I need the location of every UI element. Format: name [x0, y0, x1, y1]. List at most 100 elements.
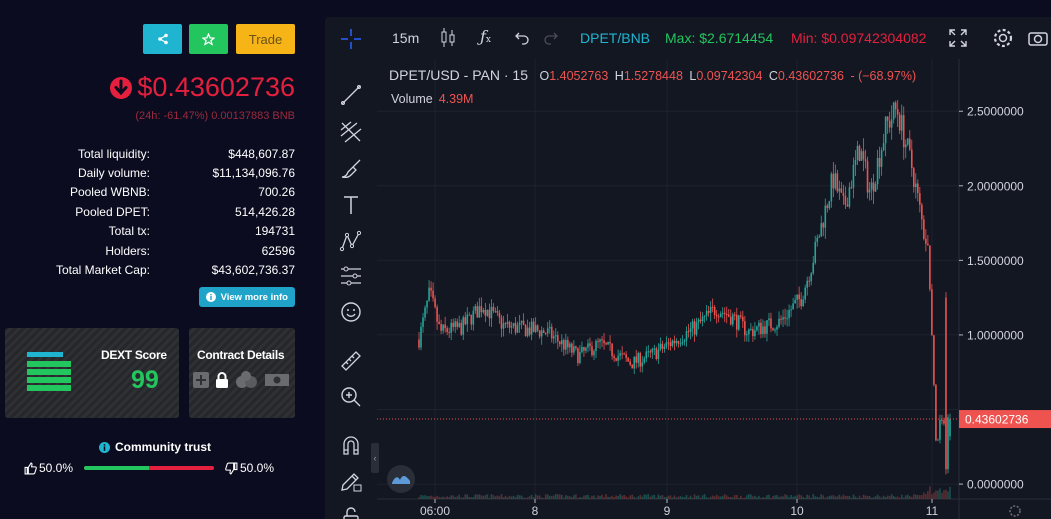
- volume-bar: [653, 494, 656, 499]
- share-button[interactable]: [143, 24, 182, 54]
- candle-body: [945, 297, 947, 470]
- candle-body: [603, 340, 605, 344]
- fullscreen-icon[interactable]: [948, 28, 968, 48]
- emoji-icon[interactable]: [339, 300, 363, 324]
- volume-bar: [464, 494, 467, 499]
- volume-bar: [621, 495, 623, 499]
- price-chart-widget[interactable]: 15m ƒx DPET/BNB Max: $2.6714454 Min: $0.…: [325, 17, 1051, 519]
- candle-body: [635, 356, 638, 363]
- volume-bar: [764, 497, 766, 499]
- candle-body: [508, 321, 511, 328]
- stat-value: 514,426.28: [234, 204, 295, 219]
- favorite-button[interactable]: [189, 24, 228, 54]
- volume-bar: [605, 494, 607, 499]
- candle-body: [613, 356, 615, 359]
- candle-body: [520, 320, 523, 323]
- ruler-icon[interactable]: [339, 349, 363, 373]
- candle-body: [651, 348, 654, 353]
- volume-bar: [472, 497, 475, 499]
- candle-body: [506, 321, 509, 324]
- legend-open-label: O: [539, 69, 550, 83]
- legend-close: 0.43602736: [777, 69, 844, 83]
- candle-body: [912, 168, 915, 188]
- volume-bar: [639, 494, 642, 499]
- view-more-button[interactable]: View more info: [198, 287, 295, 307]
- candle-body: [794, 299, 796, 304]
- trade-button[interactable]: Trade: [236, 24, 295, 54]
- zoom-in-icon[interactable]: [339, 385, 363, 409]
- volume-bar: [496, 495, 499, 499]
- volume-bar: [466, 494, 469, 499]
- candle-body: [802, 299, 804, 307]
- volume-bar: [571, 497, 573, 499]
- candle-body: [462, 317, 465, 335]
- candle-body: [544, 333, 547, 335]
- candle-body: [468, 314, 471, 316]
- volume-bar: [874, 496, 877, 499]
- brush-icon[interactable]: [339, 157, 363, 181]
- volume-bar: [691, 497, 694, 499]
- interval-selector[interactable]: 15m: [392, 30, 419, 46]
- candle-body: [428, 287, 430, 301]
- volume-bar: [689, 495, 692, 499]
- redo-icon: [544, 32, 558, 45]
- volume-bar: [651, 495, 654, 499]
- candles-icon[interactable]: [439, 27, 457, 49]
- stat-value: 62596: [261, 243, 295, 258]
- lock-icon[interactable]: [339, 505, 363, 519]
- pattern-tool-icon[interactable]: [339, 229, 363, 253]
- fib-tool-icon[interactable]: [339, 120, 363, 144]
- volume-bar: [862, 494, 865, 499]
- candlestick-chart[interactable]: 0.43602736 2.5000000 2.0000000 1.5000000 1.0…: [377, 59, 1051, 519]
- dext-score-card[interactable]: DEXT Score 99: [5, 328, 179, 418]
- volume-bar: [577, 497, 579, 499]
- thumbs-up-button[interactable]: 50.0%: [24, 461, 73, 475]
- volume-bar: [788, 497, 790, 499]
- candle-body: [490, 306, 493, 319]
- min-price-label: Min: $0.09742304082: [791, 30, 927, 46]
- candle-body: [792, 303, 794, 310]
- volume-bar: [675, 497, 678, 499]
- candle-body: [890, 119, 893, 128]
- volume-bar: [744, 497, 746, 499]
- volume-bar: [482, 495, 485, 499]
- volume-bar: [579, 497, 581, 499]
- volume-bar: [923, 492, 925, 499]
- candle-body: [721, 312, 724, 314]
- legend-symbol[interactable]: DPET/USD - PAN · 15: [389, 67, 528, 83]
- candle-body: [808, 280, 811, 282]
- candle-body: [647, 351, 650, 353]
- pair-label[interactable]: DPET/BNB: [580, 30, 650, 46]
- draw-lock-icon[interactable]: [339, 469, 363, 493]
- thumbs-up-icon: [24, 462, 37, 474]
- volume-bar: [896, 496, 899, 499]
- volume-bar: [506, 497, 509, 499]
- candle-body: [657, 349, 660, 360]
- crosshair-tool-icon[interactable]: [339, 27, 363, 51]
- dext-score-icon: [27, 352, 71, 391]
- camera-icon[interactable]: [1028, 29, 1048, 47]
- volume-bar: [804, 497, 806, 499]
- contract-details-card[interactable]: Contract Details: [189, 328, 295, 418]
- indicators-icon[interactable]: ƒx: [480, 27, 491, 46]
- text-tool-icon[interactable]: [339, 193, 363, 217]
- measure-tool-icon[interactable]: [339, 264, 363, 288]
- settings-gear-icon[interactable]: [992, 27, 1014, 49]
- candle-body: [931, 289, 933, 336]
- trend-line-icon[interactable]: [339, 83, 363, 107]
- volume-bar: [752, 496, 754, 499]
- volume-bar: [474, 494, 477, 499]
- stat-value: 194731: [254, 224, 295, 239]
- volume-bar: [655, 497, 658, 499]
- volume-bar: [888, 495, 891, 499]
- candle-body: [627, 357, 629, 362]
- magnet-icon[interactable]: [339, 433, 363, 457]
- volume-bar: [685, 494, 688, 499]
- candle-body: [422, 317, 424, 327]
- candle-body: [836, 173, 839, 192]
- price-plot-area[interactable]: 0.43602736 2.5000000 2.0000000 1.5000000 1.0…: [377, 59, 1051, 519]
- undo-icon[interactable]: [514, 30, 530, 46]
- volume-bar: [808, 495, 811, 499]
- thumbs-down-button[interactable]: 50.0%: [225, 461, 274, 475]
- volume-bar: [882, 495, 885, 499]
